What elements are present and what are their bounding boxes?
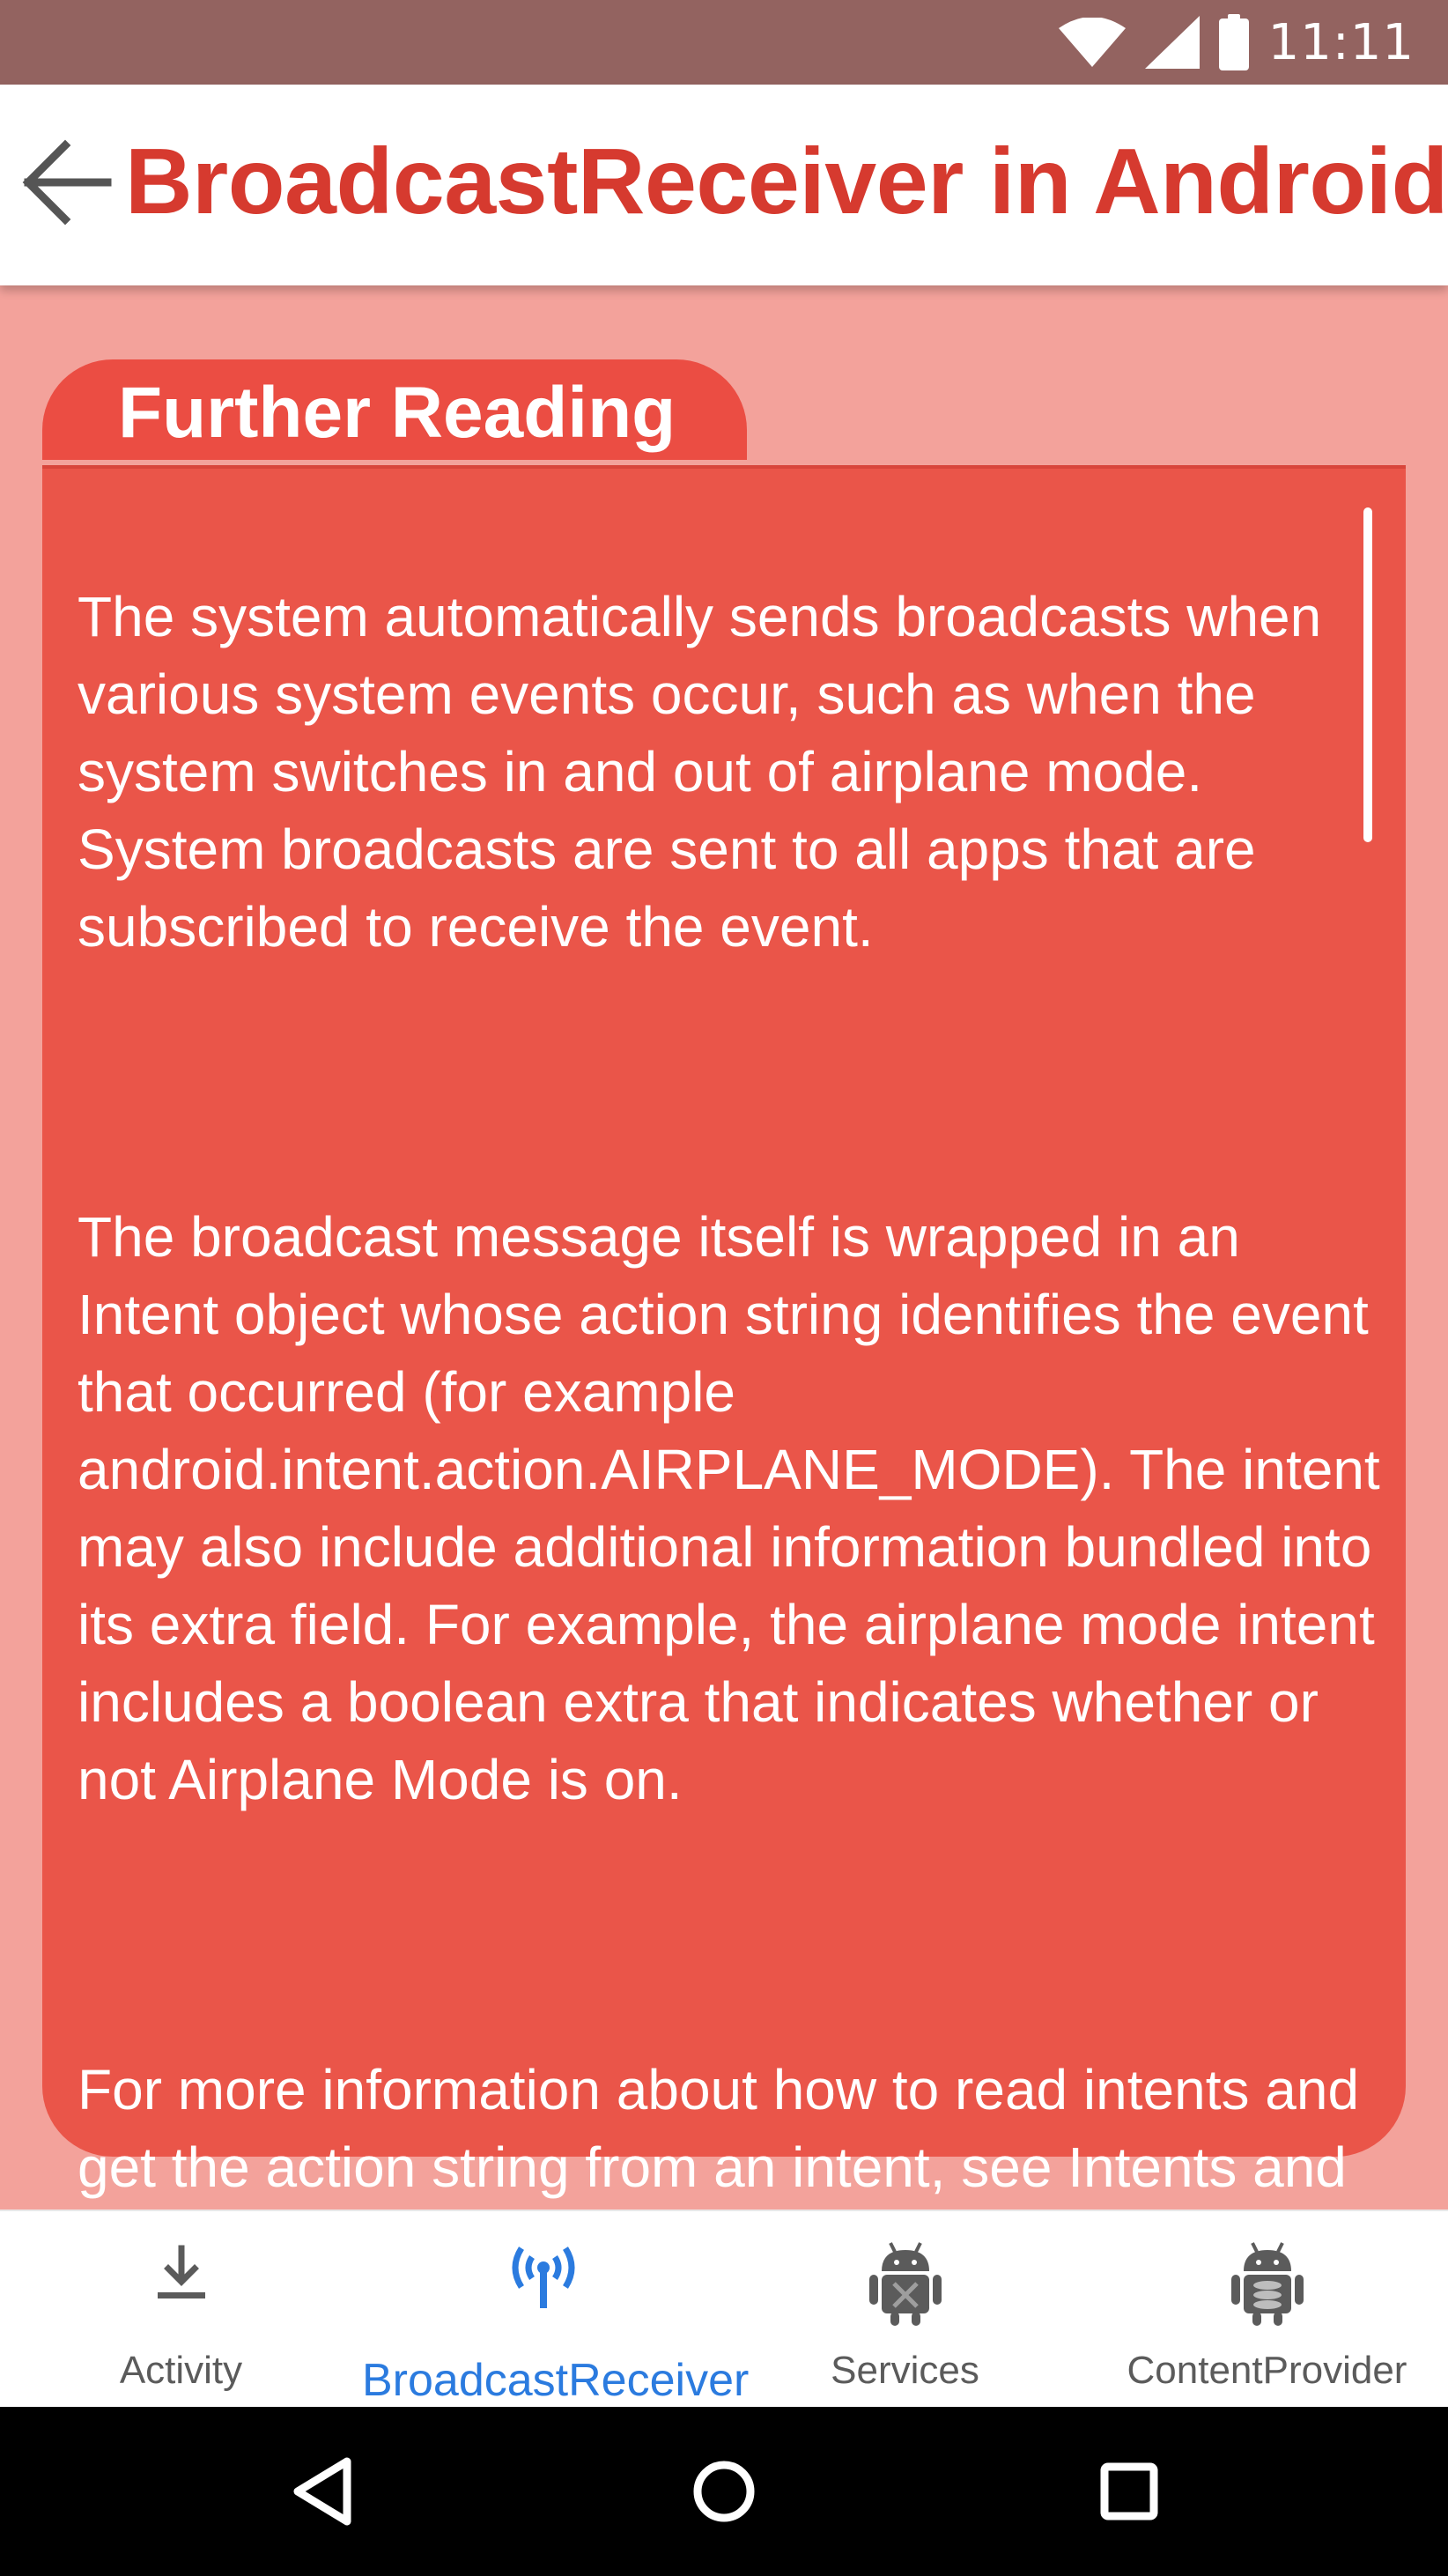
- nav-label-activity: Activity: [119, 2349, 243, 2392]
- nav-item-broadcastreceiver[interactable]: BroadcastReceiver: [362, 2211, 750, 2409]
- section-heading: Further Reading: [118, 373, 676, 453]
- system-navigation-bar: [0, 2407, 1448, 2576]
- page-title: BroadcastReceiver in Android: [125, 130, 1448, 233]
- bottom-navigation: Activity BroadcastReceiver Services Cont…: [0, 2210, 1448, 2409]
- home-circle-icon: [693, 2461, 755, 2522]
- reading-card[interactable]: The system automatically sends broadcast…: [42, 465, 1406, 2276]
- section-tab: Further Reading: [42, 359, 747, 460]
- system-home-button[interactable]: [678, 2446, 770, 2537]
- android-services-icon: [724, 2239, 1086, 2328]
- recents-square-icon: [1100, 2462, 1158, 2520]
- back-button[interactable]: [16, 134, 113, 231]
- nav-item-contentprovider[interactable]: ContentProvider: [1086, 2211, 1448, 2409]
- content-area: Further Reading The system automatically…: [0, 285, 1448, 2276]
- signal-icon: [1144, 16, 1200, 69]
- system-back-button[interactable]: [278, 2446, 370, 2537]
- android-database-icon: [1086, 2239, 1448, 2328]
- app-bar: BroadcastReceiver in Android: [0, 85, 1448, 285]
- scrollbar-thumb[interactable]: [1363, 507, 1372, 842]
- nav-label-contentprovider: ContentProvider: [1127, 2349, 1407, 2392]
- nav-label-services: Services: [831, 2349, 979, 2392]
- nav-label-broadcastreceiver: BroadcastReceiver: [362, 2355, 750, 2406]
- system-recents-button[interactable]: [1083, 2446, 1175, 2537]
- paragraph: The system automatically sends broadcast…: [78, 585, 1322, 959]
- nav-item-services[interactable]: Services: [724, 2211, 1086, 2409]
- paragraph: The broadcast message itself is wrapped …: [78, 1205, 1380, 1811]
- arrow-back-icon: [22, 139, 112, 226]
- status-time: 11:11: [1267, 13, 1415, 71]
- reading-text: The system automatically sends broadcast…: [78, 500, 1381, 2361]
- download-icon: [0, 2245, 362, 2306]
- back-triangle-icon: [293, 2457, 351, 2526]
- status-icons: 11:11: [1058, 12, 1415, 72]
- broadcast-antenna-icon: [362, 2243, 724, 2310]
- nav-item-activity[interactable]: Activity: [0, 2211, 362, 2409]
- wifi-icon: [1058, 18, 1126, 67]
- status-bar: 11:11: [0, 0, 1448, 85]
- battery-icon: [1218, 14, 1249, 70]
